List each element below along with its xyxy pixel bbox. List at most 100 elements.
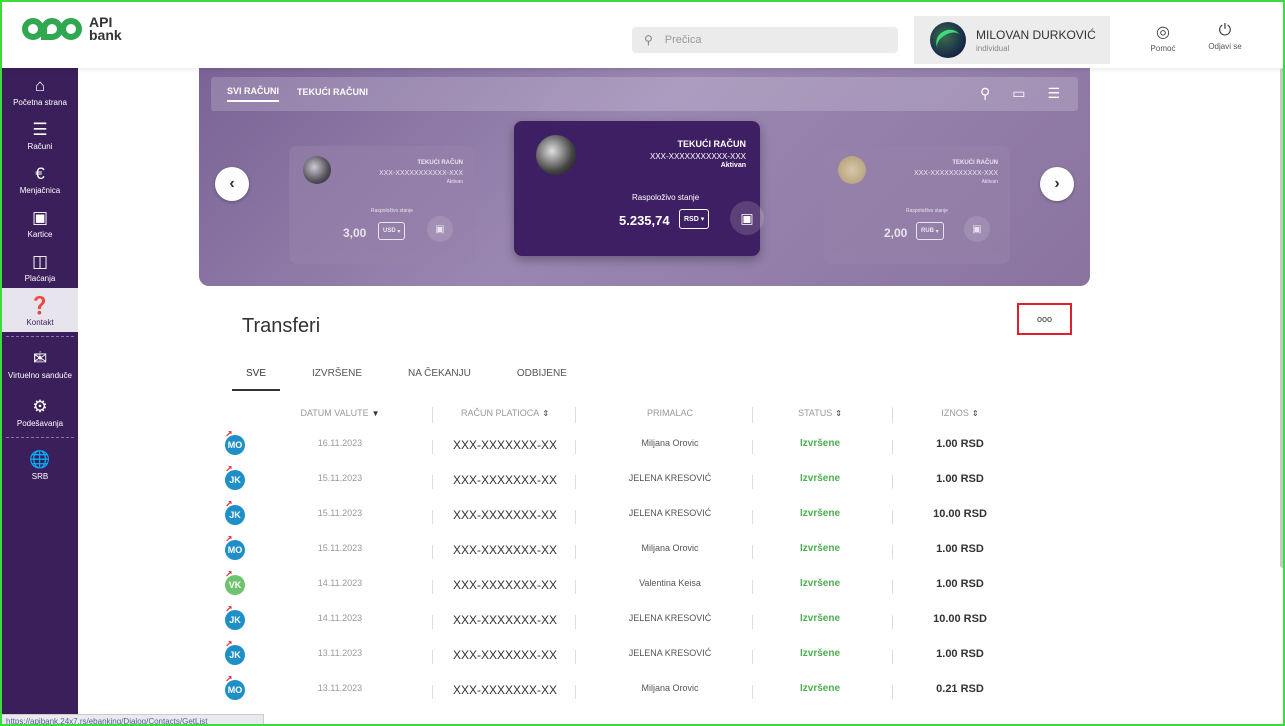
prev-account-button[interactable]: ‹ — [215, 167, 249, 201]
next-account-button[interactable]: › — [1040, 167, 1074, 201]
currency-select[interactable]: RUB ▾ — [916, 222, 944, 240]
cell-amount: 1.00 RSD — [936, 648, 984, 660]
cell-date: 14.11.2023 — [317, 613, 363, 623]
more-options-button[interactable]: ooo — [1017, 303, 1072, 335]
tab-all[interactable]: SVE — [232, 368, 281, 391]
help-button[interactable]: ◎ Pomoć — [1133, 22, 1193, 53]
search-icon[interactable]: ⚲ — [980, 85, 990, 102]
card-balance: 3,00 — [343, 226, 367, 240]
gear-icon: ⚙ — [32, 397, 48, 416]
cell-date: 15.11.2023 — [317, 508, 363, 518]
status-badge: Izvršene — [799, 438, 841, 449]
sidebar-item-cards[interactable]: ▣ Kartice — [2, 200, 78, 244]
user-profile[interactable]: MILOVAN DURKOVIĆ individual — [914, 16, 1110, 64]
tab-completed[interactable]: IZVRŠENE — [312, 368, 362, 391]
sidebar-item-label: Podešavanja — [16, 419, 64, 428]
table-row[interactable]: ↗ MO 16.11.2023 XXX-XXXXXXX-XX Miljana Orovi… — [220, 429, 1070, 466]
sidebar-divider — [6, 437, 74, 438]
table-row[interactable]: ↗ JK 13.11.2023 XXX-XXXXXXX-XX JELENA KRESOV… — [220, 639, 1070, 676]
sort-icon: ⇕ — [835, 409, 842, 418]
card-type: TEKUĆI RAČUN — [952, 160, 998, 166]
account-card-rub[interactable]: TEKUĆI RAČUN XXX-XXXXXXXXXXX-XXX Aktivan… — [824, 146, 1010, 264]
sidebar-item-home[interactable]: ⌂ Početna strana — [2, 68, 78, 112]
cell-account: XXX-XXXXXXX-XX — [452, 613, 558, 627]
tab-all-accounts[interactable]: SVI RAČUNI — [227, 86, 280, 102]
cell-recipient: JELENA KRESOVIĆ — [628, 648, 712, 658]
card-type: TEKUĆI RAČUN — [677, 139, 747, 149]
tab-pending[interactable]: NA ČEKANJU — [408, 368, 471, 391]
account-card-rsd[interactable]: TEKUĆI RAČUN XXX-XXXXXXXXXXX-XXX Aktivan… — [514, 121, 764, 256]
cell-date: 14.11.2023 — [317, 578, 363, 588]
sidebar-item-exchange[interactable]: € Menjačnica — [2, 156, 78, 200]
sidebar-item-contact[interactable]: ❓ Kontakt — [2, 288, 78, 332]
card-balance-label: Raspoloživo stanje — [632, 193, 700, 202]
sidebar-item-accounts[interactable]: ☰ Računi — [2, 112, 78, 156]
cell-recipient: Valentina Keisa — [639, 578, 701, 588]
column-divider — [575, 545, 576, 559]
card-view-icon[interactable]: ▭ — [1012, 85, 1025, 102]
column-divider — [752, 510, 753, 524]
list-icon: ☰ — [32, 120, 48, 139]
card-balance: 2,00 — [884, 226, 908, 240]
page-title: Transferi — [242, 315, 321, 337]
cell-recipient: JELENA KRESOVIĆ — [628, 508, 712, 518]
card-status: Aktivan — [446, 179, 463, 185]
column-divider — [432, 440, 433, 454]
card-type: TEKUĆI RAČUN — [417, 160, 463, 166]
avatar-initials: MO — [227, 440, 243, 450]
column-divider — [892, 510, 893, 524]
table-header: DATUM VALUTE ▼ RAČUN PLATIOCA ⇕ PRIMALAC S… — [220, 405, 1070, 425]
currency-select[interactable]: RSD ▾ — [679, 209, 710, 229]
cell-amount: 10.00 RSD — [933, 508, 987, 520]
cell-account: XXX-XXXXXXX-XX — [452, 683, 558, 697]
currency-value: USD — [383, 228, 396, 234]
cell-account: XXX-XXXXXXX-XX — [452, 438, 558, 452]
column-divider — [752, 685, 753, 699]
tab-rejected[interactable]: ODBIJENE — [517, 368, 567, 391]
cell-amount: 1.00 RSD — [936, 438, 984, 450]
col-payer-account[interactable]: RAČUN PLATIOCA ⇕ — [435, 408, 575, 418]
sidebar-item-language[interactable]: 🌐 SRB — [2, 442, 78, 486]
col-date-label: DATUM VALUTE — [300, 408, 369, 418]
account-card-usd[interactable]: TEKUĆI RAČUN XXX-XXXXXXXXXXX-XXX Aktivan… — [289, 146, 475, 264]
table-row[interactable]: ↗ JK 15.11.2023 XXX-XXXXXXX-XX JELENA KRESOV… — [220, 464, 1070, 501]
scrollbar[interactable] — [1280, 68, 1283, 568]
cell-account: XXX-XXXXXXX-XX — [452, 578, 558, 592]
cash-icon[interactable]: ▣ — [427, 216, 453, 242]
globe-icon: 🌐 — [29, 450, 51, 469]
outgoing-arrow-icon: ↗ — [225, 674, 233, 684]
table-row[interactable]: ↗ MO 15.11.2023 XXX-XXXXXXX-XX Miljana Orovi… — [220, 534, 1070, 571]
currency-select[interactable]: USD ▾ — [378, 222, 406, 240]
cash-icon[interactable]: ▣ — [964, 216, 990, 242]
sidebar-item-payments[interactable]: ◫ Plaćanja — [2, 244, 78, 288]
card-balance-label: Raspoloživo stanje — [906, 208, 948, 214]
card-number: XXX-XXXXXXXXXXX-XXX — [378, 170, 463, 177]
tab-current-accounts[interactable]: TEKUĆI RAČUNI — [297, 87, 368, 101]
logo[interactable]: API bank — [22, 15, 122, 42]
column-divider — [575, 407, 576, 423]
sidebar-item-settings[interactable]: ⚙ Podešavanja — [2, 389, 78, 433]
currency-value: RUB — [921, 228, 934, 234]
cash-icon[interactable]: ▣ — [730, 201, 764, 235]
sort-icon: ⇕ — [971, 409, 979, 418]
search-input[interactable]: ⚲ Prečica — [632, 27, 898, 53]
column-divider — [432, 615, 433, 629]
col-date[interactable]: DATUM VALUTE ▼ — [280, 408, 400, 418]
contact-avatar: ↗ JK — [225, 464, 245, 490]
transfer-tabs: SVE IZVRŠENE NA ČEKANJU ODBIJENE — [232, 368, 613, 391]
contact-avatar: ↗ JK — [225, 499, 245, 525]
cell-recipient: JELENA KRESOVIĆ — [628, 473, 712, 483]
table-row[interactable]: ↗ JK 14.11.2023 XXX-XXXXXXX-XX JELENA KRESOV… — [220, 604, 1070, 641]
wallet-icon: ◫ — [31, 252, 49, 271]
status-badge: Izvršene — [799, 578, 841, 589]
logout-button[interactable]: ⏻ Odjavi se — [1195, 22, 1255, 51]
col-status[interactable]: STATUS ⇕ — [760, 408, 880, 418]
list-view-icon[interactable]: ☰ — [1047, 85, 1060, 102]
column-divider — [752, 615, 753, 629]
avatar-initials: JK — [229, 475, 241, 485]
table-row[interactable]: ↗ JK 15.11.2023 XXX-XXXXXXX-XX JELENA KRESOV… — [220, 499, 1070, 536]
col-amount[interactable]: IZNOS ⇕ — [900, 408, 1020, 418]
cell-date: 13.11.2023 — [317, 648, 363, 658]
table-row[interactable]: ↗ MO 13.11.2023 XXX-XXXXXXX-XX Miljana Orovi… — [220, 674, 1070, 711]
table-row[interactable]: ↗ VK 14.11.2023 XXX-XXXXXXX-XX Valentina Kei… — [220, 569, 1070, 606]
